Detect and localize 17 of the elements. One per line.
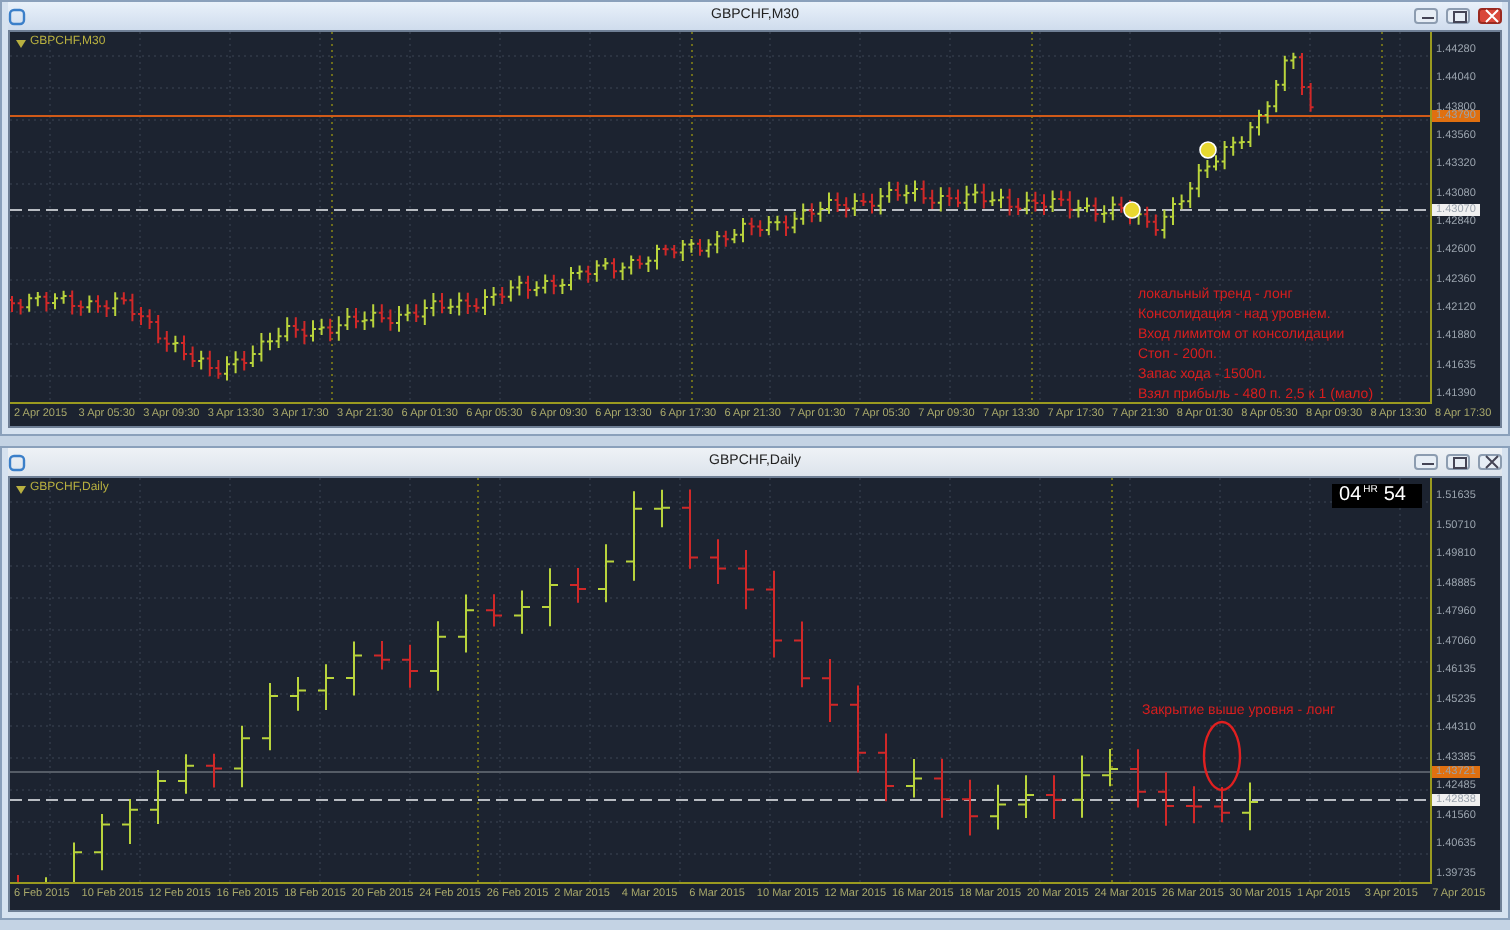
- close-icon: [1480, 454, 1500, 470]
- dropdown-icon: [16, 485, 26, 493]
- close-button[interactable]: [1478, 454, 1502, 470]
- close-button[interactable]: [1478, 8, 1502, 24]
- minimize-button[interactable]: [1414, 454, 1438, 470]
- marker-icon: [1123, 201, 1141, 219]
- maximize-button[interactable]: [1446, 454, 1470, 470]
- minimize-button[interactable]: [1414, 8, 1438, 24]
- highlight-ellipse: [1202, 720, 1242, 792]
- dropdown-icon: [16, 39, 26, 47]
- chart-window-icon: [8, 453, 26, 471]
- close-icon: [1480, 8, 1500, 24]
- marker-icon: [1199, 141, 1217, 159]
- maximize-icon: [1448, 454, 1468, 470]
- chart-window-icon: [8, 7, 26, 25]
- maximize-icon: [1448, 8, 1468, 24]
- maximize-button[interactable]: [1446, 8, 1470, 24]
